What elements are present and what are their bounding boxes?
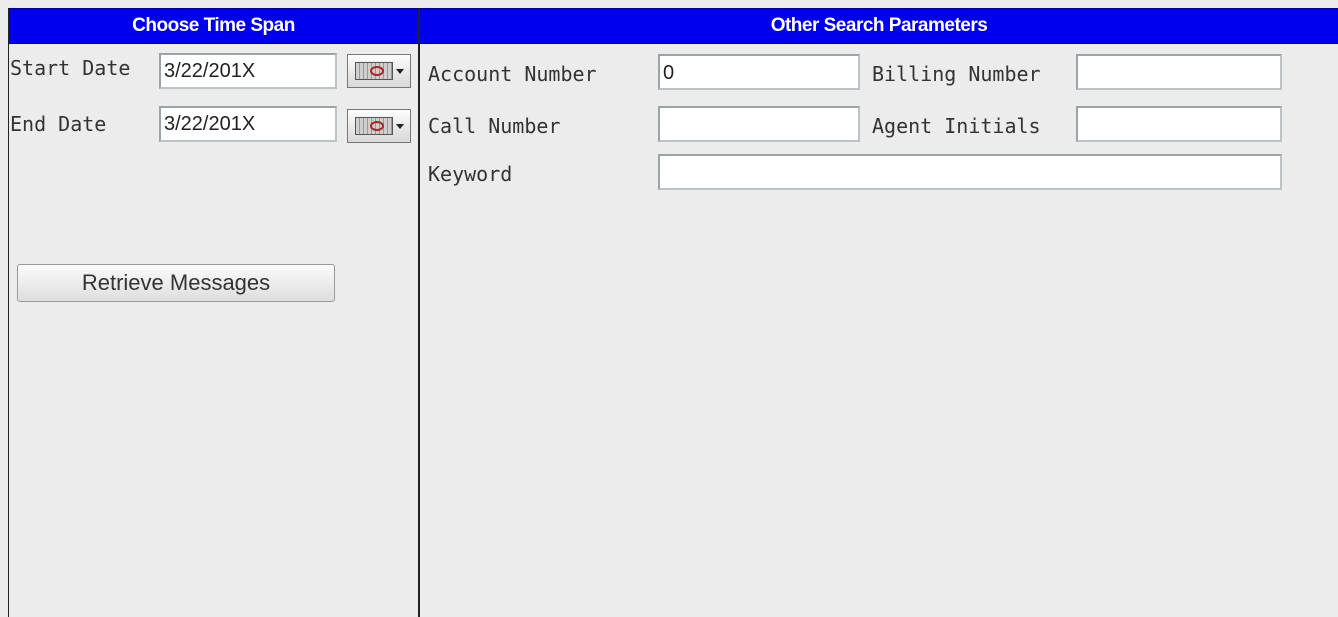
start-date-input[interactable] — [159, 53, 337, 89]
billing-number-label: Billing Number — [872, 62, 1041, 86]
dropdown-arrow-icon — [395, 123, 404, 129]
calendar-icon — [354, 62, 393, 80]
start-date-label: Start Date — [10, 56, 131, 80]
search-parameters-panel: Other Search Parameters Account Number B… — [420, 8, 1338, 617]
start-date-calendar-button[interactable] — [347, 54, 411, 88]
calendar-icon — [354, 117, 393, 135]
agent-initials-input[interactable] — [1076, 106, 1282, 142]
end-date-label: End Date — [10, 112, 107, 136]
call-number-label: Call Number — [428, 114, 561, 138]
call-number-input[interactable] — [658, 106, 860, 142]
dropdown-arrow-icon — [395, 68, 404, 74]
end-date-calendar-button[interactable] — [347, 109, 411, 143]
keyword-label: Keyword — [428, 162, 513, 186]
end-date-input[interactable] — [159, 106, 337, 142]
keyword-input[interactable] — [658, 154, 1282, 190]
time-span-header: Choose Time Span — [9, 8, 418, 44]
time-span-panel: Choose Time Span Start Date End Date Ret… — [8, 8, 420, 617]
search-form: Choose Time Span Start Date End Date Ret… — [0, 0, 1338, 617]
account-number-input[interactable] — [658, 54, 860, 90]
agent-initials-label: Agent Initials — [872, 114, 1041, 138]
billing-number-input[interactable] — [1076, 54, 1282, 90]
retrieve-messages-button[interactable]: Retrieve Messages — [17, 264, 335, 302]
account-number-label: Account Number — [428, 62, 597, 86]
search-parameters-header: Other Search Parameters — [420, 8, 1338, 44]
